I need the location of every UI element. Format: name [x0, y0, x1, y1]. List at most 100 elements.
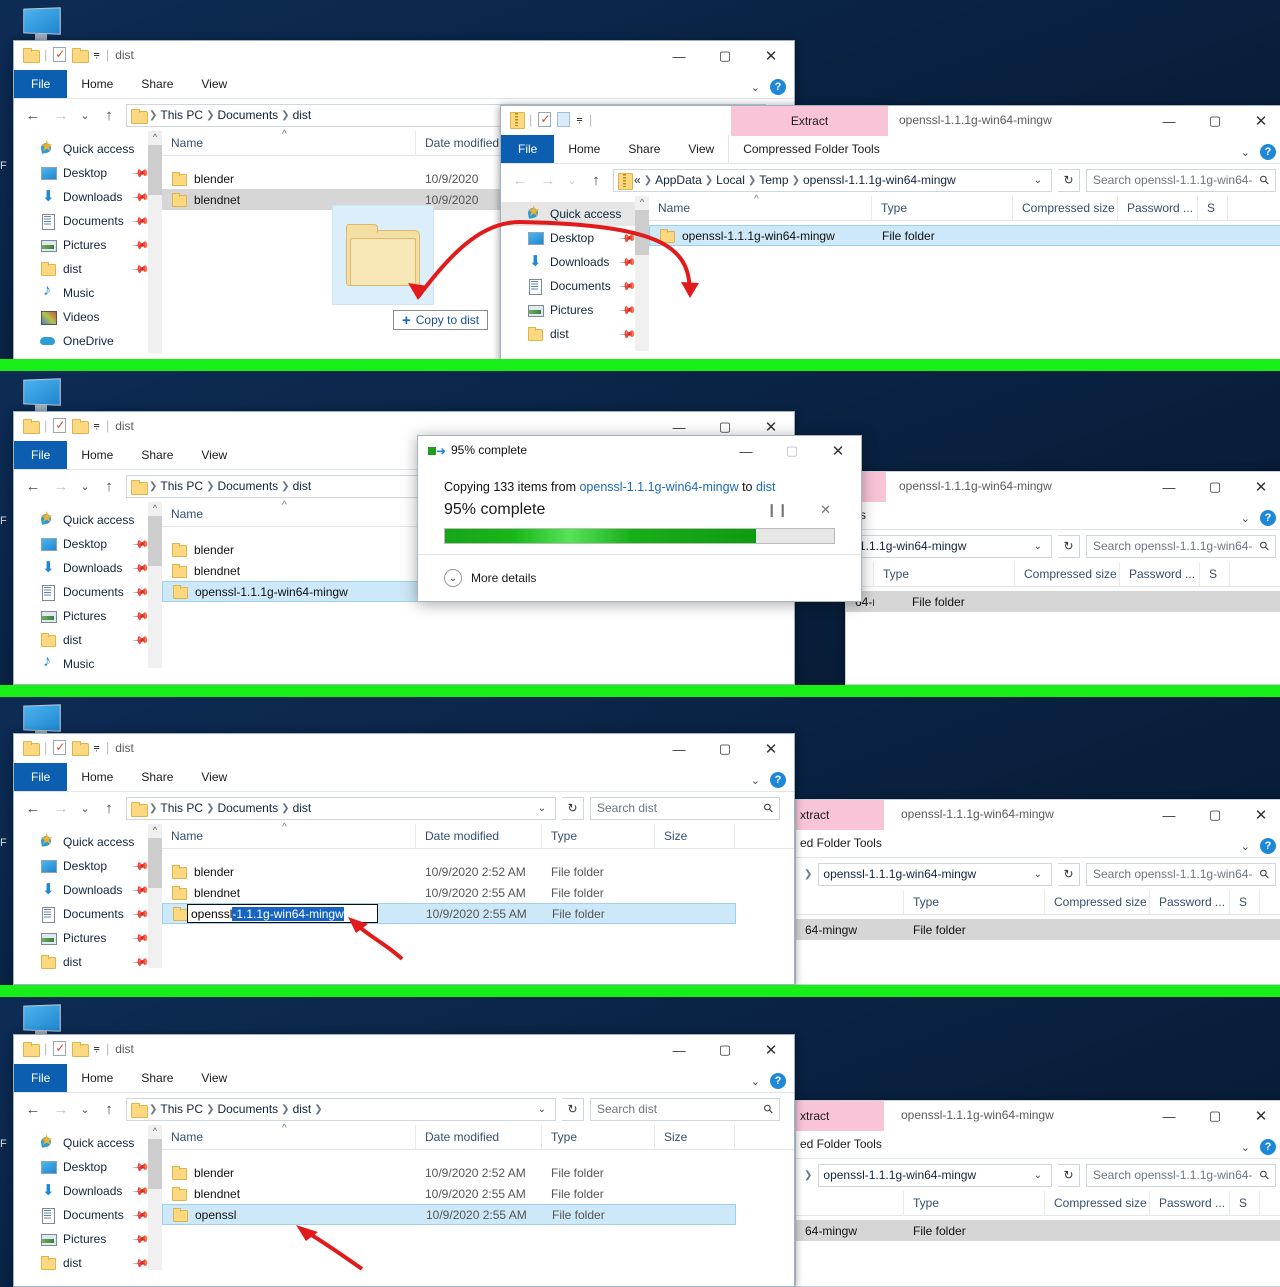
- explorer-window-zip[interactable]: xtract openssl-1.1.1g-win64-mingw — ▢ ✕ …: [795, 799, 1280, 985]
- chevron-down-icon[interactable]: ⩦: [93, 1042, 99, 1055]
- window-controls[interactable]: — ▢ ✕: [1146, 472, 1280, 502]
- column-headers[interactable]: ^ Name Date modified Type Size: [162, 822, 794, 849]
- table-row[interactable]: blender 10/9/2020 2:52 AM File folder: [162, 1162, 794, 1183]
- column-compressed-size[interactable]: Compressed size: [1045, 889, 1150, 915]
- window-controls[interactable]: — ▢ ✕: [656, 1035, 794, 1065]
- minimize-button[interactable]: —: [656, 41, 702, 71]
- column-name[interactable]: Name: [162, 130, 416, 156]
- quick-access-toolbar[interactable]: | ⩦ |: [510, 111, 592, 129]
- copy-dest-link[interactable]: dist: [756, 480, 775, 494]
- pause-button[interactable]: ❙❙: [766, 502, 788, 518]
- copy-source-link[interactable]: openssl-1.1.1g-win64-mingw: [579, 480, 738, 494]
- chevron-down-icon[interactable]: ⌄: [1241, 840, 1250, 853]
- sidebar-item-documents[interactable]: Documents 📌: [14, 1203, 162, 1227]
- scrollbar-thumb[interactable]: [635, 210, 649, 255]
- chevron-down-icon[interactable]: ⌄: [751, 81, 760, 94]
- maximize-button[interactable]: ▢: [702, 41, 748, 71]
- column-headers[interactable]: Type Compressed size Password ... S: [796, 889, 1280, 915]
- file-list[interactable]: Type Compressed size Password ... S 64-m…: [796, 889, 1280, 940]
- column-name[interactable]: Name: [649, 195, 872, 221]
- column-size[interactable]: S: [1230, 1190, 1260, 1216]
- ribbon-help-zone[interactable]: ⌄ ?: [751, 772, 786, 788]
- column-size[interactable]: S: [1198, 195, 1228, 221]
- sidebar-item-downloads[interactable]: Downloads📌: [14, 185, 162, 209]
- breadcrumb[interactable]: openssl-1.1.1g-win64-mingw ⌄: [818, 862, 1052, 886]
- breadcrumb-appdata[interactable]: AppData: [655, 173, 702, 187]
- tab-file[interactable]: File: [14, 441, 68, 469]
- sidebar-item-downloads[interactable]: Downloads📌: [501, 250, 649, 274]
- sidebar-item-dist[interactable]: dist 📌: [501, 322, 649, 346]
- sidebar-scrollbar[interactable]: ^: [148, 131, 162, 353]
- up-button[interactable]: ↑: [98, 1101, 120, 1118]
- tab-file[interactable]: File: [501, 135, 555, 163]
- sidebar-item-dist[interactable]: dist 📌: [14, 1251, 162, 1275]
- sidebar-item-documents[interactable]: Documents 📌: [501, 274, 649, 298]
- sidebar-item-quick-access[interactable]: Quick access: [14, 830, 162, 854]
- sidebar-item-quick-access[interactable]: Quick access: [14, 137, 162, 161]
- scroll-up-icon[interactable]: ^: [148, 825, 162, 835]
- minimize-button[interactable]: —: [1146, 106, 1192, 136]
- sidebar-item-dist[interactable]: dist 📌: [14, 950, 162, 974]
- cancel-button[interactable]: ✕: [820, 502, 831, 518]
- new-folder-icon[interactable]: [72, 741, 90, 756]
- breadcrumb-documents[interactable]: Documents: [217, 108, 278, 122]
- tab-home[interactable]: Home: [67, 763, 127, 791]
- copy-progress-dialog[interactable]: ➜ 95% complete — ▢ ✕ Copying 133 items f…: [417, 435, 862, 602]
- column-name[interactable]: [796, 1190, 904, 1216]
- table-row[interactable]: openssl-1.1.1g-win64-mingw File folder: [649, 225, 1280, 246]
- navigation-pane[interactable]: Quick access Desktop📌 Downloads📌 Documen…: [501, 196, 649, 351]
- window-controls[interactable]: — ▢ ✕: [1146, 800, 1280, 830]
- tab-compressed-folder-tools[interactable]: ed Folder Tools: [796, 1130, 896, 1158]
- chevron-down-icon[interactable]: ⌄: [1241, 146, 1250, 159]
- breadcrumb-local[interactable]: Local: [716, 173, 745, 187]
- file-list[interactable]: Type Compressed size Password ... S 64-m…: [796, 1190, 1280, 1241]
- minimize-button[interactable]: —: [1146, 472, 1192, 502]
- new-folder-icon[interactable]: [72, 48, 90, 63]
- recent-locations-icon[interactable]: ⌄: [565, 174, 579, 187]
- close-button[interactable]: ✕: [1238, 1101, 1280, 1131]
- extract-all-icon[interactable]: [557, 112, 571, 127]
- navigation-bar[interactable]: ← → ⌄ ↑ ❯ This PC ❯ Documents ❯ dist ⌄ ↻…: [14, 792, 794, 824]
- help-icon[interactable]: ?: [770, 1073, 786, 1089]
- column-name[interactable]: Name: [162, 502, 416, 527]
- help-icon[interactable]: ?: [770, 772, 786, 788]
- back-button[interactable]: ←: [509, 172, 531, 189]
- sidebar-item-documents[interactable]: Documents 📌: [14, 209, 162, 233]
- sidebar-item-pictures[interactable]: Pictures 📌: [14, 1227, 162, 1251]
- sidebar-item-desktop[interactable]: Desktop 📌: [501, 226, 649, 250]
- title-bar[interactable]: | ⩦ | dist — ▢ ✕: [14, 1035, 794, 1065]
- properties-icon[interactable]: [53, 417, 67, 433]
- sidebar-item-dist[interactable]: dist 📌: [14, 628, 162, 652]
- maximize-button[interactable]: ▢: [702, 734, 748, 764]
- table-row[interactable]: openssl 10/9/2020 2:55 AM File folder: [162, 1204, 736, 1225]
- ribbon-tabs[interactable]: File Home Share View ⌄ ?: [14, 70, 794, 99]
- back-button[interactable]: ←: [22, 107, 44, 124]
- navigation-pane[interactable]: Quick access Desktop📌 Downloads📌 Documen…: [14, 824, 162, 971]
- column-headers[interactable]: Type Compressed size Password ... S: [796, 1190, 1280, 1216]
- breadcrumb-this-pc[interactable]: This PC: [160, 801, 203, 815]
- explorer-window-zip[interactable]: openssl-1.1.1g-win64-mingw — ▢ ✕ s ⌄ ? 1…: [766, 471, 1280, 685]
- maximize-button[interactable]: ▢: [1192, 106, 1238, 136]
- sidebar-item-documents[interactable]: Documents 📌: [14, 902, 162, 926]
- column-type[interactable]: Type: [872, 195, 1013, 221]
- column-name[interactable]: Name: [162, 1124, 416, 1150]
- breadcrumb-dist[interactable]: dist: [293, 1102, 312, 1116]
- search-input[interactable]: Search dist ⚲: [590, 1097, 780, 1121]
- window-controls[interactable]: — ▢ ✕: [656, 734, 794, 764]
- title-bar[interactable]: xtract openssl-1.1.1g-win64-mingw — ▢ ✕: [796, 1101, 1280, 1131]
- explorer-window-dist[interactable]: | ⩦ | dist — ▢ ✕ File Home Share View ⌄ …: [13, 1034, 795, 1287]
- tab-view[interactable]: View: [187, 70, 241, 98]
- sidebar-item-music[interactable]: Music: [14, 652, 162, 676]
- sidebar-scrollbar[interactable]: ^: [148, 824, 162, 968]
- chevron-down-icon[interactable]: ⌄: [751, 774, 760, 787]
- ribbon-help-zone[interactable]: ⌄ ?: [1241, 1139, 1276, 1155]
- column-type[interactable]: Type: [904, 889, 1045, 915]
- breadcrumb-openssl[interactable]: openssl-1.1.1g-win64-mingw: [803, 173, 956, 187]
- scroll-up-icon[interactable]: ^: [635, 197, 649, 207]
- tab-share[interactable]: Share: [127, 70, 187, 98]
- tab-home[interactable]: Home: [67, 1064, 127, 1092]
- scrollbar-thumb[interactable]: [148, 145, 162, 195]
- window-controls[interactable]: — ▢ ✕: [1146, 106, 1280, 136]
- sidebar-scrollbar[interactable]: ^: [635, 196, 649, 351]
- maximize-button[interactable]: ▢: [702, 1035, 748, 1065]
